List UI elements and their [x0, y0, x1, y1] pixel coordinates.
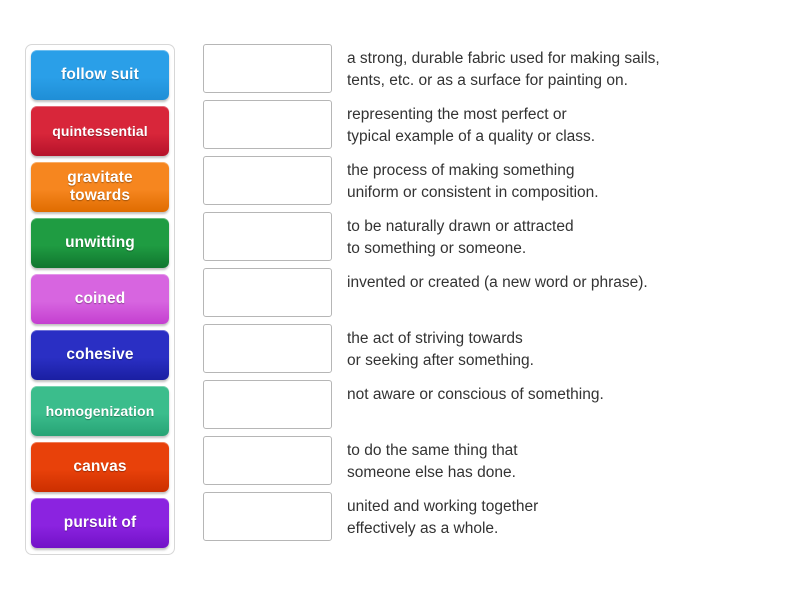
word-tile-label: follow suit	[61, 66, 139, 83]
definition-text: invented or created (a new word or phras…	[347, 274, 648, 291]
definition-text: the act of striving towards or seeking a…	[347, 330, 534, 369]
definition-text: representing the most perfect or typical…	[347, 106, 596, 145]
answer-dropzone[interactable]	[203, 380, 332, 429]
word-tile[interactable]: pursuit of	[31, 498, 169, 548]
word-tile-label: cohesive	[66, 346, 134, 363]
word-tile[interactable]: cohesive	[31, 330, 169, 380]
answer-dropzone[interactable]	[203, 44, 332, 93]
match-row: to do the same thing that someone else h…	[203, 436, 783, 485]
match-row: representing the most perfect or typical…	[203, 100, 783, 149]
match-row: the act of striving towards or seeking a…	[203, 324, 783, 373]
answer-dropzone[interactable]	[203, 492, 332, 541]
definition-text: the process of making something uniform …	[347, 162, 599, 201]
match-row: invented or created (a new word or phras…	[203, 268, 783, 317]
match-row: to be naturally drawn or attracted to so…	[203, 212, 783, 261]
definition-text: not aware or conscious of something.	[347, 386, 604, 403]
definition-text: united and working together effectively …	[347, 498, 539, 537]
answer-dropzone[interactable]	[203, 156, 332, 205]
word-tile-label: coined	[74, 290, 126, 307]
word-tile-label: pursuit of	[63, 514, 137, 531]
answer-dropzone[interactable]	[203, 324, 332, 373]
word-tile[interactable]: canvas	[31, 442, 169, 492]
word-tile-label: homogenization	[45, 403, 155, 419]
definition-text: to do the same thing that someone else h…	[347, 442, 518, 481]
word-tile-label: gravitate towards	[67, 169, 133, 204]
activity-stage: follow suit quintessential gravitate towar…	[0, 0, 800, 600]
word-tiles-panel: follow suit quintessential gravitate towar…	[25, 44, 175, 555]
answer-dropzone[interactable]	[203, 212, 332, 261]
word-tile[interactable]: quintessential	[31, 106, 169, 156]
answer-dropzone[interactable]	[203, 100, 332, 149]
match-row: a strong, durable fabric used for making…	[203, 44, 783, 93]
word-tile[interactable]: coined	[31, 274, 169, 324]
word-tile[interactable]: gravitate towards	[31, 162, 169, 212]
match-row: the process of making something uniform …	[203, 156, 783, 205]
answer-dropzone[interactable]	[203, 436, 332, 485]
word-tile-label: quintessential	[52, 123, 148, 139]
word-tile-label: unwitting	[65, 234, 135, 251]
match-row: united and working together effectively …	[203, 492, 783, 541]
word-tile[interactable]: unwitting	[31, 218, 169, 268]
answer-dropzone[interactable]	[203, 268, 332, 317]
word-tile-label: canvas	[73, 458, 127, 475]
word-tile[interactable]: homogenization	[31, 386, 169, 436]
definition-text: to be naturally drawn or attracted to so…	[347, 218, 574, 257]
definition-rows-panel: a strong, durable fabric used for making…	[203, 44, 783, 541]
definition-text: a strong, durable fabric used for making…	[347, 50, 660, 89]
word-tile[interactable]: follow suit	[31, 50, 169, 100]
match-row: not aware or conscious of something.	[203, 380, 783, 429]
